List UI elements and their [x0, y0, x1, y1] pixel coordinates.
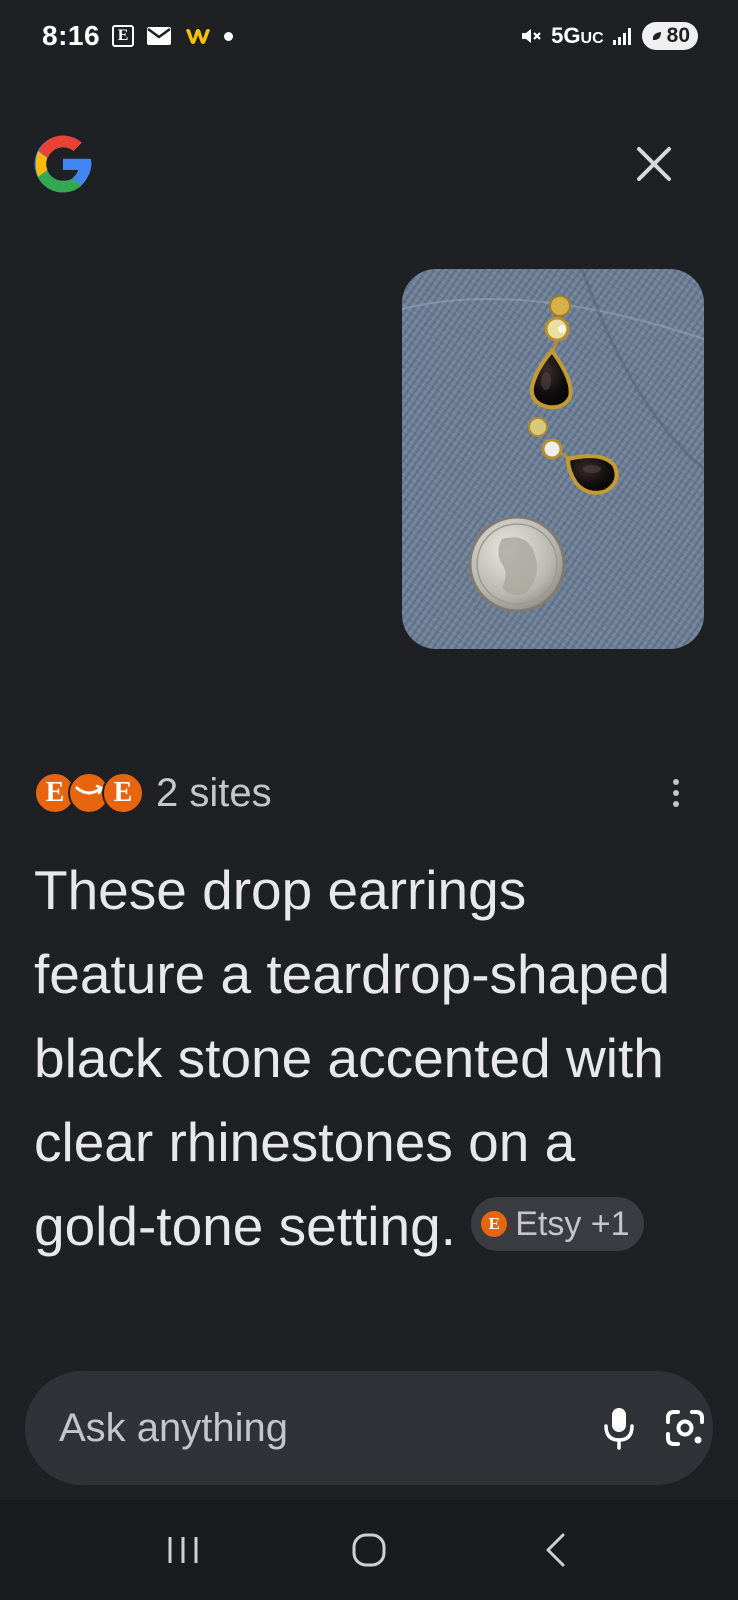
mail-icon	[146, 26, 172, 46]
status-time: 8:16	[42, 20, 101, 51]
ask-input[interactable]	[59, 1405, 574, 1451]
ai-answer: These drop earrings feature a teardrop-s…	[34, 848, 674, 1268]
mute-icon	[519, 24, 543, 48]
lens-search-button[interactable]	[664, 1400, 706, 1456]
status-right: 5GUC 80	[519, 22, 698, 50]
battery-indicator: 80	[641, 22, 698, 50]
back-button[interactable]	[515, 1510, 595, 1590]
recents-button[interactable]	[143, 1510, 223, 1590]
notification-dot	[224, 31, 234, 41]
home-button[interactable]	[329, 1510, 409, 1590]
back-icon	[546, 1533, 565, 1567]
system-nav-bar	[0, 1500, 738, 1600]
earrings-photo	[402, 269, 704, 649]
sources-row[interactable]: E E 2 sites	[34, 766, 704, 820]
signal-icon	[612, 26, 634, 46]
citation-label: Etsy +1	[515, 1205, 630, 1244]
etsy-notification-icon: E	[112, 25, 135, 47]
close-icon	[637, 147, 671, 181]
network-label: 5GUC	[551, 23, 604, 48]
recents-icon	[168, 1537, 198, 1563]
status-left: 8:16 E	[42, 20, 234, 52]
wattpad-icon	[184, 26, 212, 46]
voice-search-button[interactable]	[602, 1400, 636, 1456]
citation-chip[interactable]: E Etsy +1	[471, 1197, 644, 1252]
source-favicons: E E	[34, 770, 146, 816]
microphone-icon	[604, 1408, 634, 1450]
ask-bar	[25, 1371, 713, 1485]
etsy-favicon-icon: E	[481, 1211, 508, 1238]
battery-level: 80	[666, 24, 690, 47]
more-options-button[interactable]	[666, 776, 686, 810]
google-lens-icon	[666, 1410, 704, 1446]
google-g-logo	[32, 133, 94, 195]
etsy-favicon-icon: E	[102, 772, 144, 814]
query-image[interactable]	[402, 269, 704, 649]
close-button[interactable]	[628, 138, 680, 190]
more-vert-icon	[673, 778, 679, 785]
home-icon	[352, 1533, 386, 1567]
status-bar: 8:16 E 5GUC 80	[0, 0, 738, 72]
sites-count: 2 sites	[156, 770, 272, 815]
